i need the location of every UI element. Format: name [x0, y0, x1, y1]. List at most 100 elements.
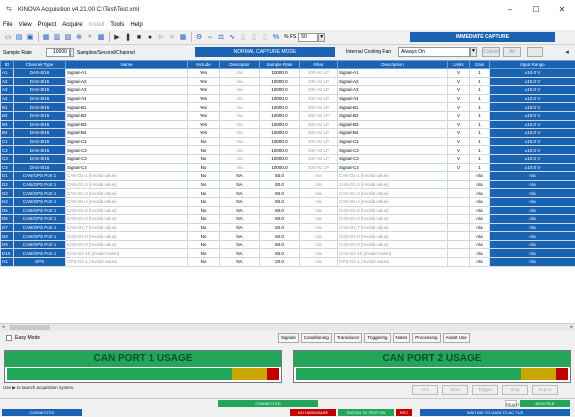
table-cell[interactable]: Signal-C2	[337, 145, 448, 155]
table-cell[interactable]: n/a	[469, 179, 490, 190]
column-header[interactable]: Gain	[469, 60, 490, 69]
table-cell[interactable]: CAN-D1-3 [Invalid value]	[65, 188, 188, 198]
table-cell[interactable]: 10000.0	[259, 128, 300, 138]
table-cell[interactable]: V	[447, 76, 470, 87]
immediate-capture-button[interactable]: IMMEDIATE CAPTURE	[410, 32, 555, 42]
table-cell[interactable]: Yes	[187, 68, 220, 78]
table-cell[interactable]: DAS-8/16	[13, 110, 66, 121]
table-cell[interactable]: n/a	[299, 222, 338, 233]
table-cell[interactable]: CAN-D1-1 [Invalid value]	[65, 171, 188, 181]
table-cell[interactable]: CAN-D1-4 [Invalid value]	[337, 196, 448, 207]
table-cell[interactable]: 400 Hz LP	[299, 145, 338, 155]
table-cell[interactable]: CAN/GPS Port 1	[13, 222, 66, 233]
table-cell[interactable]: 10000.0	[259, 162, 300, 173]
tab-conditioning[interactable]: Conditioning	[300, 333, 332, 343]
table-row[interactable]: D7 CAN/GPS Port 1 CAN-D1-7 [Invalid value]…	[0, 222, 575, 233]
table-row[interactable]: D10 CAN/GPS Port 1 CAN-D1-10 [Invalid valu…	[0, 248, 575, 259]
table-cell[interactable]: D8	[0, 231, 14, 241]
table-row[interactable]: G1 GPS GPS-G1-1 [Invalid value] No NA 20.0 n/a…	[0, 257, 575, 267]
table-cell[interactable]: Signal-C4	[337, 162, 448, 173]
table-cell[interactable]: 20.0	[259, 257, 300, 267]
table-cell[interactable]: Signal-A2	[65, 76, 188, 87]
table-cell[interactable]: n/a	[489, 257, 575, 267]
chart-icon[interactable]: ▧	[63, 32, 73, 42]
new-file-icon[interactable]: ▭	[3, 32, 13, 42]
column-header[interactable]: Input Range	[489, 60, 575, 69]
table-cell[interactable]: 1	[469, 85, 490, 95]
table-cell[interactable]: CAN-D1-5 [Invalid value]	[337, 205, 448, 216]
table-cell[interactable]: Signal-A4	[65, 93, 188, 104]
table-cell[interactable]: NA	[219, 248, 260, 259]
table-cell[interactable]	[447, 222, 470, 233]
capture-mode-button[interactable]: NORMAL CAPTURE MODE	[195, 47, 335, 57]
table-cell[interactable]	[447, 239, 470, 250]
table-cell[interactable]: Signal-B2	[65, 110, 188, 121]
table-cell[interactable]: n/a	[489, 179, 575, 190]
table-row[interactable]: B4 DAS-8/16 Signal-B4 Yes n/a 10000.0 400 Hz L…	[0, 128, 575, 138]
table-cell[interactable]: n/a	[219, 93, 260, 104]
stop-button[interactable]: Stop	[502, 385, 528, 395]
minimize-button[interactable]: ‒	[497, 0, 523, 19]
table-row[interactable]: D5 CAN/GPS Port 1 CAN-D1-5 [Invalid value]…	[0, 205, 575, 216]
table-cell[interactable]: NA	[219, 179, 260, 190]
table-cell[interactable]: Yes	[187, 93, 220, 104]
table-row[interactable]: D4 CAN/GPS Port 1 CAN-D1-4 [Invalid value]…	[0, 196, 575, 207]
table-cell[interactable]: V	[447, 93, 470, 104]
table-row[interactable]: D8 CAN/GPS Port 1 CAN-D1-8 [Invalid value]…	[0, 231, 575, 241]
table-cell[interactable]: CAN/GPS Port 1	[13, 171, 66, 181]
table-cell[interactable]: n/a	[469, 205, 490, 216]
table-cell[interactable]: ±10.0 V	[489, 76, 575, 87]
table-cell[interactable]: ±10.0 V	[489, 136, 575, 147]
extra-button[interactable]	[527, 47, 543, 57]
table-cell[interactable]: n/a	[299, 171, 338, 181]
chevron-down-icon[interactable]: ▼	[318, 32, 326, 42]
stop-icon[interactable]: ■	[134, 32, 144, 42]
table-cell[interactable]: 1	[469, 153, 490, 164]
table-cell[interactable]: 400 Hz LP	[299, 93, 338, 104]
table-cell[interactable]: No	[187, 196, 220, 207]
table-cell[interactable]: n/a	[219, 153, 260, 164]
table-cell[interactable]: DAS-8/16	[13, 93, 66, 104]
table-cell[interactable]: V	[447, 145, 470, 155]
table-cell[interactable]: No	[187, 179, 220, 190]
table-cell[interactable]: Signal-A1	[337, 68, 448, 78]
open-folder-icon[interactable]: ▤	[14, 32, 24, 42]
table-cell[interactable]: DAS-8/16	[13, 119, 66, 130]
tab-assist-use[interactable]: Assist Use	[442, 333, 470, 343]
table-cell[interactable]: ±10.0 V	[489, 145, 575, 155]
table-row[interactable]: A1 DAS-8/16 Signal-A1 Yes n/a 10000.0 400 Hz L…	[0, 68, 575, 78]
zoom-input[interactable]: 50	[298, 32, 319, 42]
column-header[interactable]: Name	[65, 60, 188, 69]
table-cell[interactable]: GPS-G1-1 [Invalid value]	[337, 257, 448, 267]
maximize-button[interactable]: ☐	[523, 0, 549, 19]
table-cell[interactable]: 10000.0	[259, 93, 300, 104]
table-cell[interactable]: n/a	[489, 214, 575, 224]
table-cell[interactable]: D4	[0, 196, 14, 207]
export-button[interactable]: Export	[532, 385, 558, 395]
table-cell[interactable]: V	[447, 85, 470, 95]
table-cell[interactable]: 50.0	[259, 205, 300, 216]
table-row[interactable]: B3 DAS-8/16 Signal-B3 Yes n/a 10000.0 400 Hz L…	[0, 119, 575, 130]
table-cell[interactable]: n/a	[299, 196, 338, 207]
table-cell[interactable]: No	[187, 214, 220, 224]
print-icon[interactable]: ▩	[96, 32, 106, 42]
grid-view-icon[interactable]: ▦	[41, 32, 51, 42]
table-cell[interactable]: No	[187, 222, 220, 233]
table-cell[interactable]: Signal-C1	[337, 136, 448, 147]
table-cell[interactable]: DAS-8/16	[13, 136, 66, 147]
menu-project[interactable]: Project	[38, 22, 57, 28]
table-cell[interactable]: No	[187, 153, 220, 164]
table-cell[interactable]: Signal-C3	[337, 153, 448, 164]
table-cell[interactable]: n/a	[469, 239, 490, 250]
table-cell[interactable]: CAN-D1-2 [Invalid value]	[337, 179, 448, 190]
table-cell[interactable]: NA	[219, 196, 260, 207]
waveform-icon[interactable]: ∿	[227, 32, 237, 42]
table-cell[interactable]: ±10.0 V	[489, 102, 575, 112]
table-cell[interactable]: Signal-C4	[65, 162, 188, 173]
table-cell[interactable]: D1	[0, 171, 14, 181]
table-cell[interactable]: V	[447, 162, 470, 173]
table-cell[interactable]: ±10.0 V	[489, 153, 575, 164]
table-row[interactable]: C3 DAS-8/16 Signal-C3 No n/a 10000.0 400 Hz LP…	[0, 153, 575, 164]
table-cell[interactable]: No	[187, 205, 220, 216]
arm-button[interactable]: Arm	[412, 385, 438, 395]
